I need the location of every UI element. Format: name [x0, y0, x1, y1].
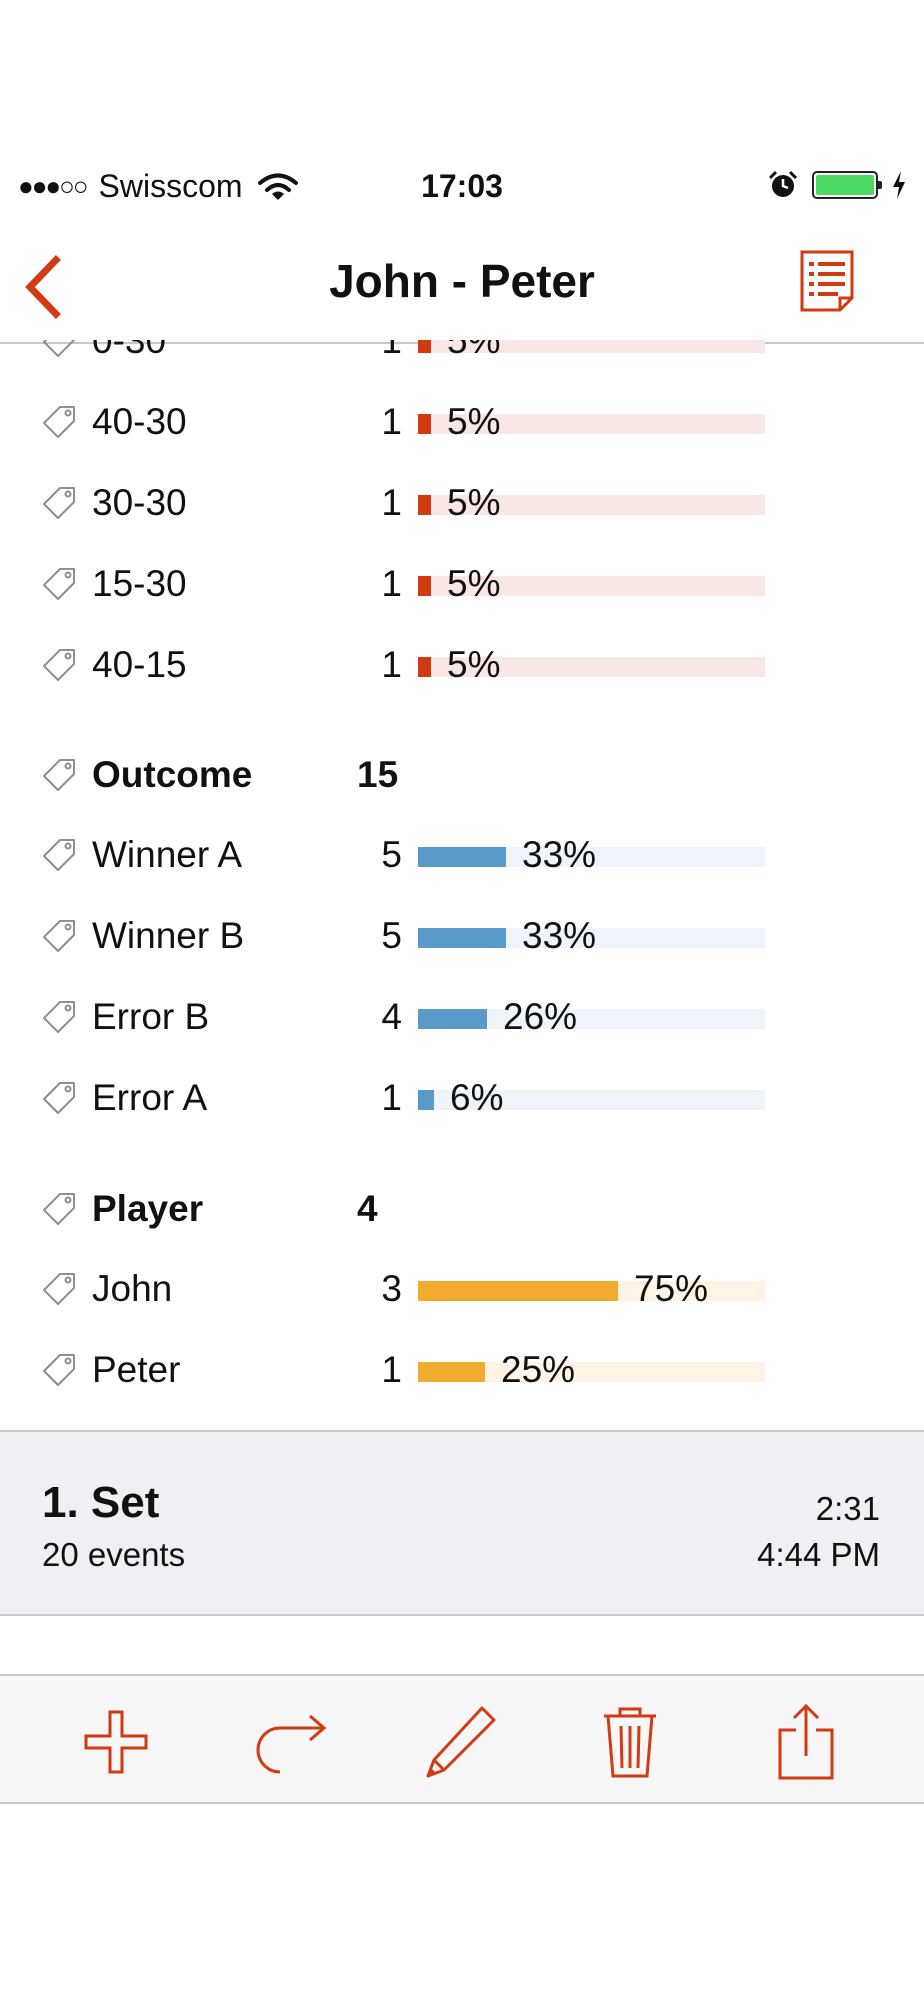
stat-label: Error A [92, 1077, 208, 1118]
stat-percent: 5% [447, 482, 501, 523]
bar-track [418, 1009, 765, 1029]
stat-row[interactable]: Peter 1 25% [0, 1339, 924, 1409]
stat-count: 1 [381, 401, 402, 442]
stat-count: 1 [381, 644, 402, 685]
stat-row[interactable]: Winner B 5 33% [0, 905, 924, 975]
stat-percent: 26% [503, 996, 578, 1037]
plus-icon[interactable] [76, 1702, 156, 1782]
tag-icon [43, 1354, 75, 1386]
set-time: 4:44 PM [757, 1536, 880, 1573]
tag-icon [43, 1193, 75, 1225]
set-events: 20 events [42, 1536, 186, 1573]
stats-list[interactable]: 0-30 1 5% 40-30 1 5% 30-30 1 5% 15-30 1 5% 40-15 1 5% O… [0, 340, 924, 1430]
navigation-bar: John - Peter [0, 232, 924, 344]
share-icon[interactable] [766, 1702, 846, 1782]
player-header-total: 4 [357, 1188, 378, 1229]
stat-count: 1 [381, 482, 402, 523]
bar-fill [418, 576, 431, 596]
stat-row[interactable]: 0-30 1 5% [0, 340, 924, 380]
stat-row[interactable]: Error B 4 26% [0, 986, 924, 1056]
stat-label: Winner B [92, 915, 245, 956]
tag-icon [43, 1001, 75, 1033]
stat-count: 1 [381, 563, 402, 604]
stat-row[interactable]: Error A 1 6% [0, 1067, 924, 1137]
tag-icon [43, 839, 75, 871]
alarm-icon [768, 170, 798, 197]
stat-row[interactable]: Winner A 5 33% [0, 824, 924, 894]
trash-icon[interactable] [590, 1702, 670, 1782]
bottom-toolbar [0, 1674, 924, 1804]
stat-percent: 75% [634, 1268, 709, 1309]
stat-percent: 5% [447, 340, 501, 361]
stat-count: 4 [381, 996, 402, 1037]
tag-icon [43, 1082, 75, 1114]
player-header-label: Player [92, 1188, 204, 1229]
bar-fill [418, 928, 506, 948]
stat-label: 0-30 [92, 340, 167, 361]
stat-label: 40-30 [92, 401, 187, 442]
stat-label: Peter [92, 1349, 181, 1390]
bar-fill [418, 657, 431, 677]
stat-count: 5 [381, 834, 402, 875]
stat-label: 15-30 [92, 563, 187, 604]
stat-label: Error B [92, 996, 210, 1037]
stat-row[interactable]: 30-30 1 5% [0, 472, 924, 542]
charging-icon [893, 171, 905, 199]
player-header[interactable]: Player 4 [0, 1178, 924, 1248]
stat-label: Winner A [92, 834, 243, 875]
tag-icon [43, 406, 75, 438]
tag-icon [43, 649, 75, 681]
bar-fill [418, 1362, 485, 1382]
stat-percent: 33% [522, 915, 597, 956]
list-icon[interactable] [798, 248, 856, 314]
tag-icon [43, 759, 75, 791]
page-title: John - Peter [329, 255, 595, 307]
redo-icon[interactable] [252, 1702, 332, 1782]
set-summary[interactable]: 1. Set 20 events 2:31 4:44 PM [0, 1430, 924, 1616]
pencil-icon[interactable] [420, 1702, 500, 1782]
status-right [768, 170, 906, 200]
stat-percent: 6% [450, 1077, 504, 1118]
stat-count: 1 [381, 1077, 402, 1118]
stat-percent: 5% [447, 401, 501, 442]
stat-row[interactable]: John 3 75% [0, 1258, 924, 1328]
stat-row[interactable]: 40-15 1 5% [0, 634, 924, 704]
stat-row[interactable]: 40-30 1 5% [0, 391, 924, 461]
status-bar: ●●●○○ Swisscom 17:03 [0, 160, 924, 220]
outcome-header-total: 15 [357, 754, 399, 795]
outcome-header[interactable]: Outcome 15 [0, 744, 924, 814]
stat-percent: 5% [447, 563, 501, 604]
stat-percent: 33% [522, 834, 597, 875]
battery-icon [812, 171, 882, 199]
stat-count: 3 [381, 1268, 402, 1309]
bar-fill [418, 1009, 487, 1029]
stat-count: 1 [381, 340, 402, 361]
tag-icon [43, 568, 75, 600]
stat-label: 40-15 [92, 644, 187, 685]
stat-row[interactable]: 15-30 1 5% [0, 553, 924, 623]
set-duration: 2:31 [815, 1490, 880, 1527]
stat-label: John [92, 1268, 173, 1309]
set-title: 1. Set [42, 1478, 160, 1527]
tag-icon [43, 920, 75, 952]
stat-percent: 25% [501, 1349, 576, 1390]
tag-icon [43, 340, 75, 357]
bar-fill [418, 414, 431, 434]
stat-label: 30-30 [92, 482, 187, 523]
tag-icon [43, 487, 75, 519]
bar-fill [418, 1281, 618, 1301]
tag-icon [43, 1273, 75, 1305]
bar-track [418, 1281, 765, 1301]
bar-fill [418, 1090, 434, 1110]
bar-fill [418, 495, 431, 515]
bar-fill [418, 340, 431, 353]
bar-track [418, 1362, 765, 1382]
bar-fill [418, 847, 506, 867]
stat-percent: 5% [447, 644, 501, 685]
stat-count: 1 [381, 1349, 402, 1390]
outcome-header-label: Outcome [92, 754, 253, 795]
stat-count: 5 [381, 915, 402, 956]
